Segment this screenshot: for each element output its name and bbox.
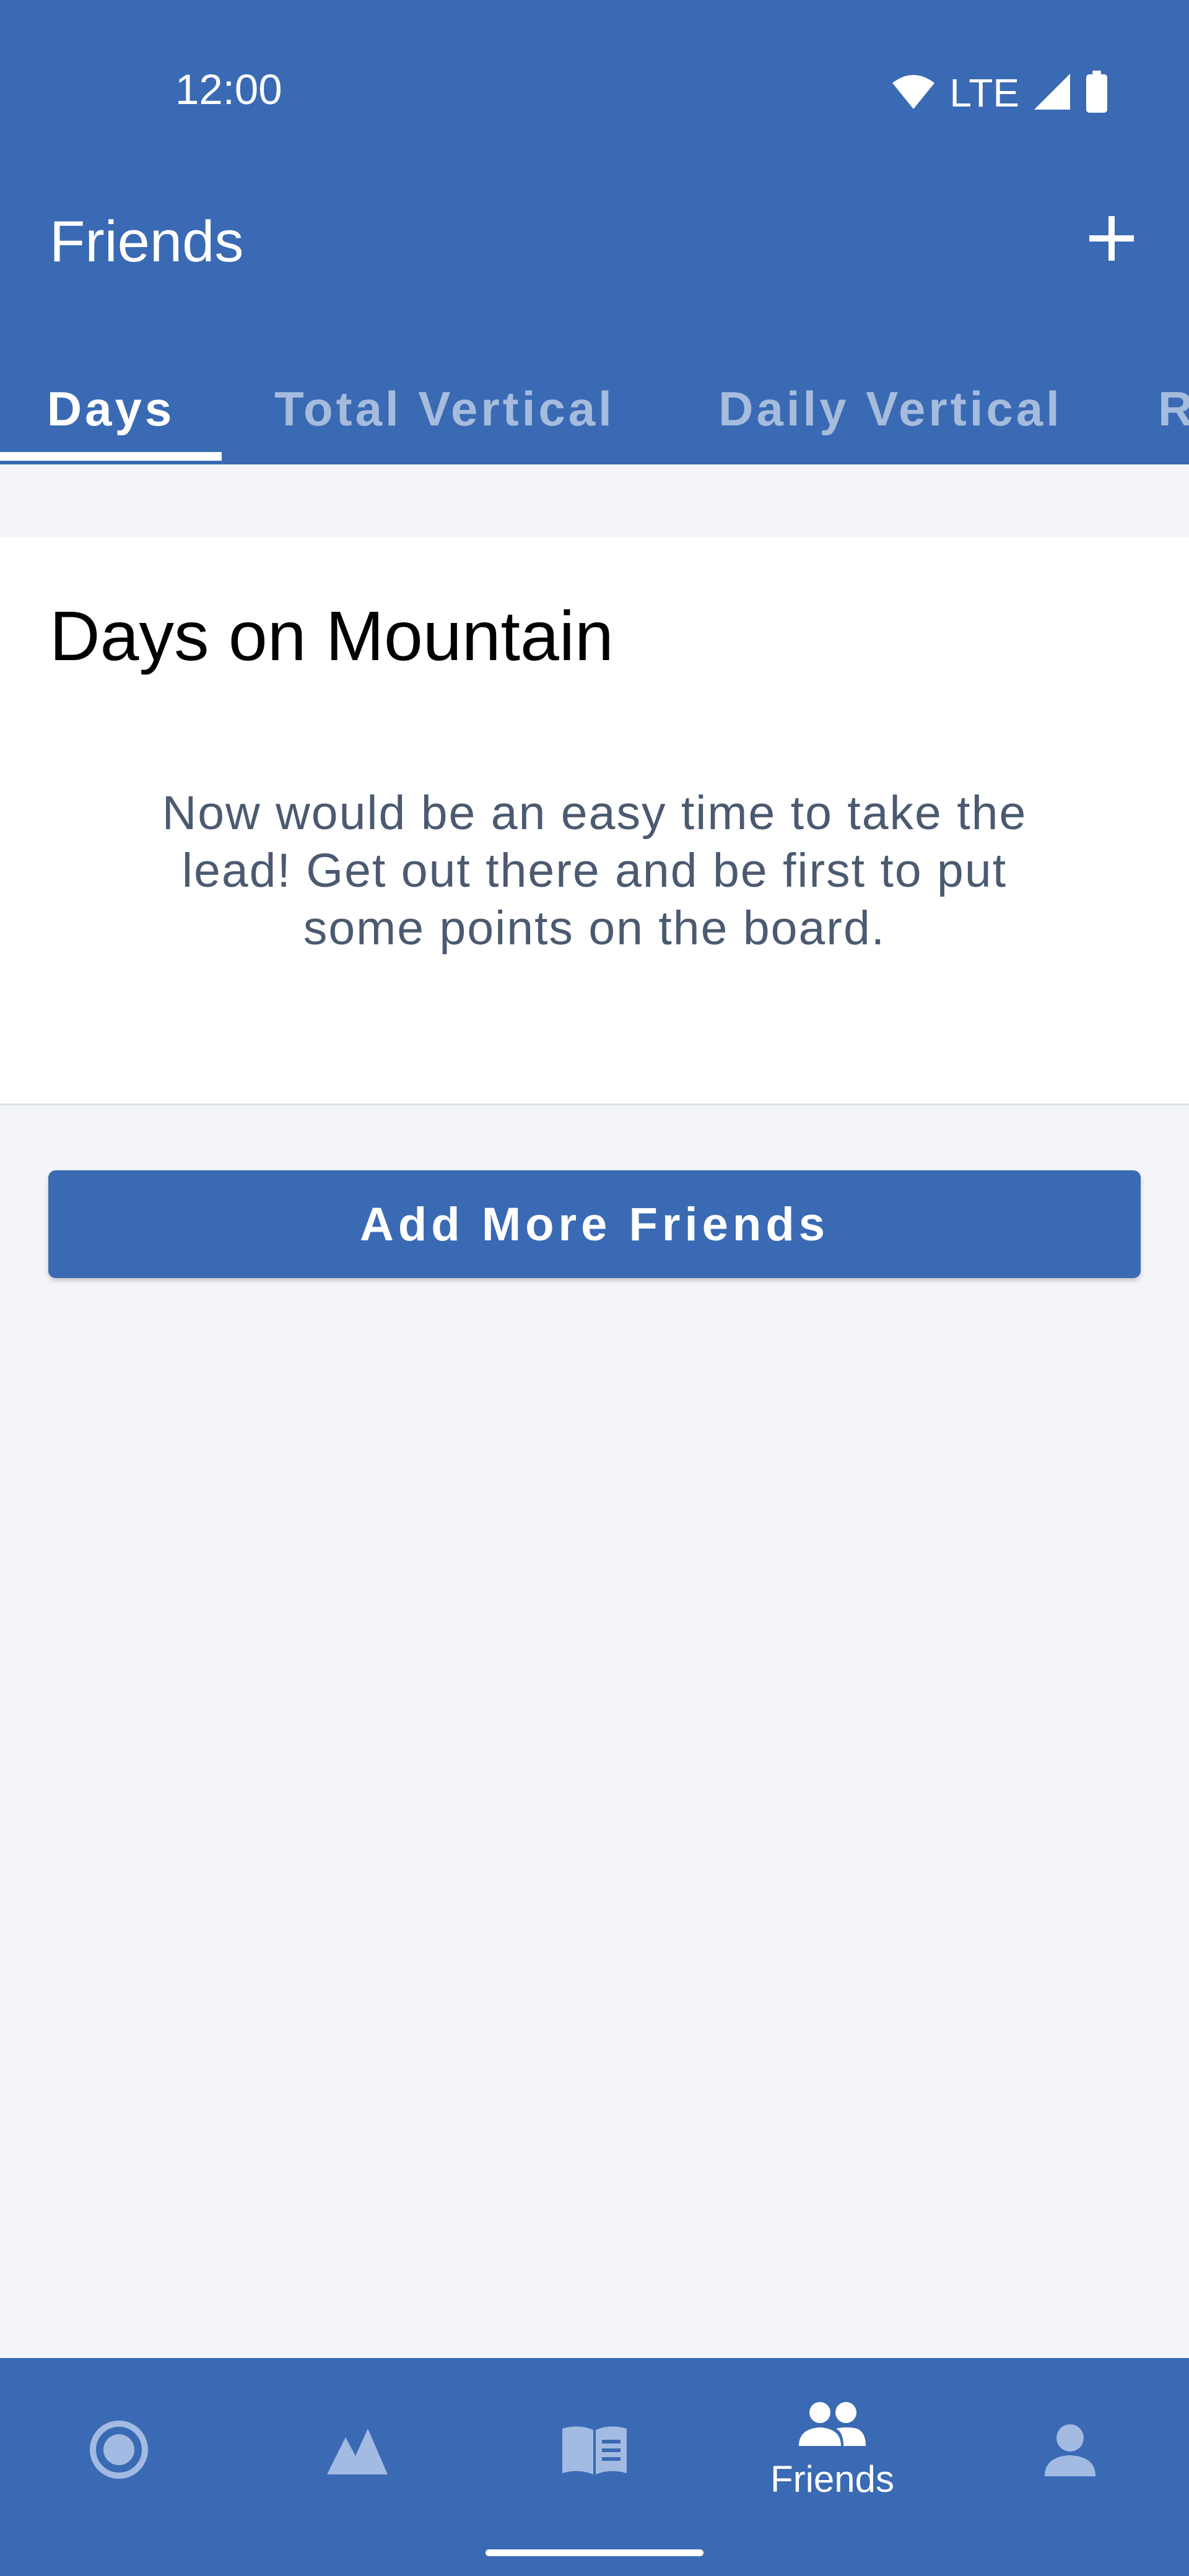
- status-time: 12:00: [175, 66, 282, 113]
- network-type: LTE: [949, 71, 1019, 115]
- friends-icon: [798, 2401, 867, 2452]
- home-indicator[interactable]: [486, 2549, 703, 2556]
- page-title: Friends: [50, 209, 244, 274]
- nav-item-record[interactable]: [0, 2358, 238, 2544]
- tab-daily-vertical[interactable]: Daily Vertical: [699, 353, 1082, 464]
- tab-indicator: [0, 452, 222, 461]
- leaderboard-card: Days on Mountain Now would be an easy ti…: [0, 537, 1189, 1105]
- nav-label-friends: Friends: [770, 2458, 895, 2500]
- tab-days[interactable]: Days: [0, 353, 222, 464]
- cell-signal-icon: [1033, 72, 1071, 114]
- battery-icon: [1085, 70, 1108, 116]
- tab-bar: Days Total Vertical Daily Vertical R: [0, 353, 1189, 464]
- nav-item-guide[interactable]: [476, 2358, 713, 2544]
- app-header: 12:00 LTE Friends Days Total Vertical Da…: [0, 0, 1189, 464]
- status-icons: LTE: [891, 68, 1108, 118]
- card-title: Days on Mountain: [50, 597, 614, 675]
- tab-overflow[interactable]: R: [1144, 353, 1189, 464]
- profile-icon: [1042, 2422, 1098, 2481]
- plus-icon[interactable]: [1078, 204, 1146, 272]
- tab-total-vertical[interactable]: Total Vertical: [253, 353, 637, 464]
- guide-book-icon: [560, 2424, 629, 2479]
- bottom-nav: Friends: [0, 2358, 1189, 2576]
- nav-item-mountain[interactable]: [238, 2358, 476, 2544]
- mountain-icon: [324, 2425, 389, 2478]
- wifi-icon: [891, 73, 936, 113]
- record-icon: [88, 2419, 150, 2484]
- empty-state-message: Now would be an easy time to take the le…: [162, 786, 1027, 955]
- add-more-friends-button[interactable]: Add More Friends: [48, 1170, 1141, 1278]
- status-bar: 12:00 LTE: [0, 0, 1189, 180]
- nav-item-friends[interactable]: Friends: [713, 2358, 951, 2544]
- nav-item-profile[interactable]: [951, 2358, 1189, 2544]
